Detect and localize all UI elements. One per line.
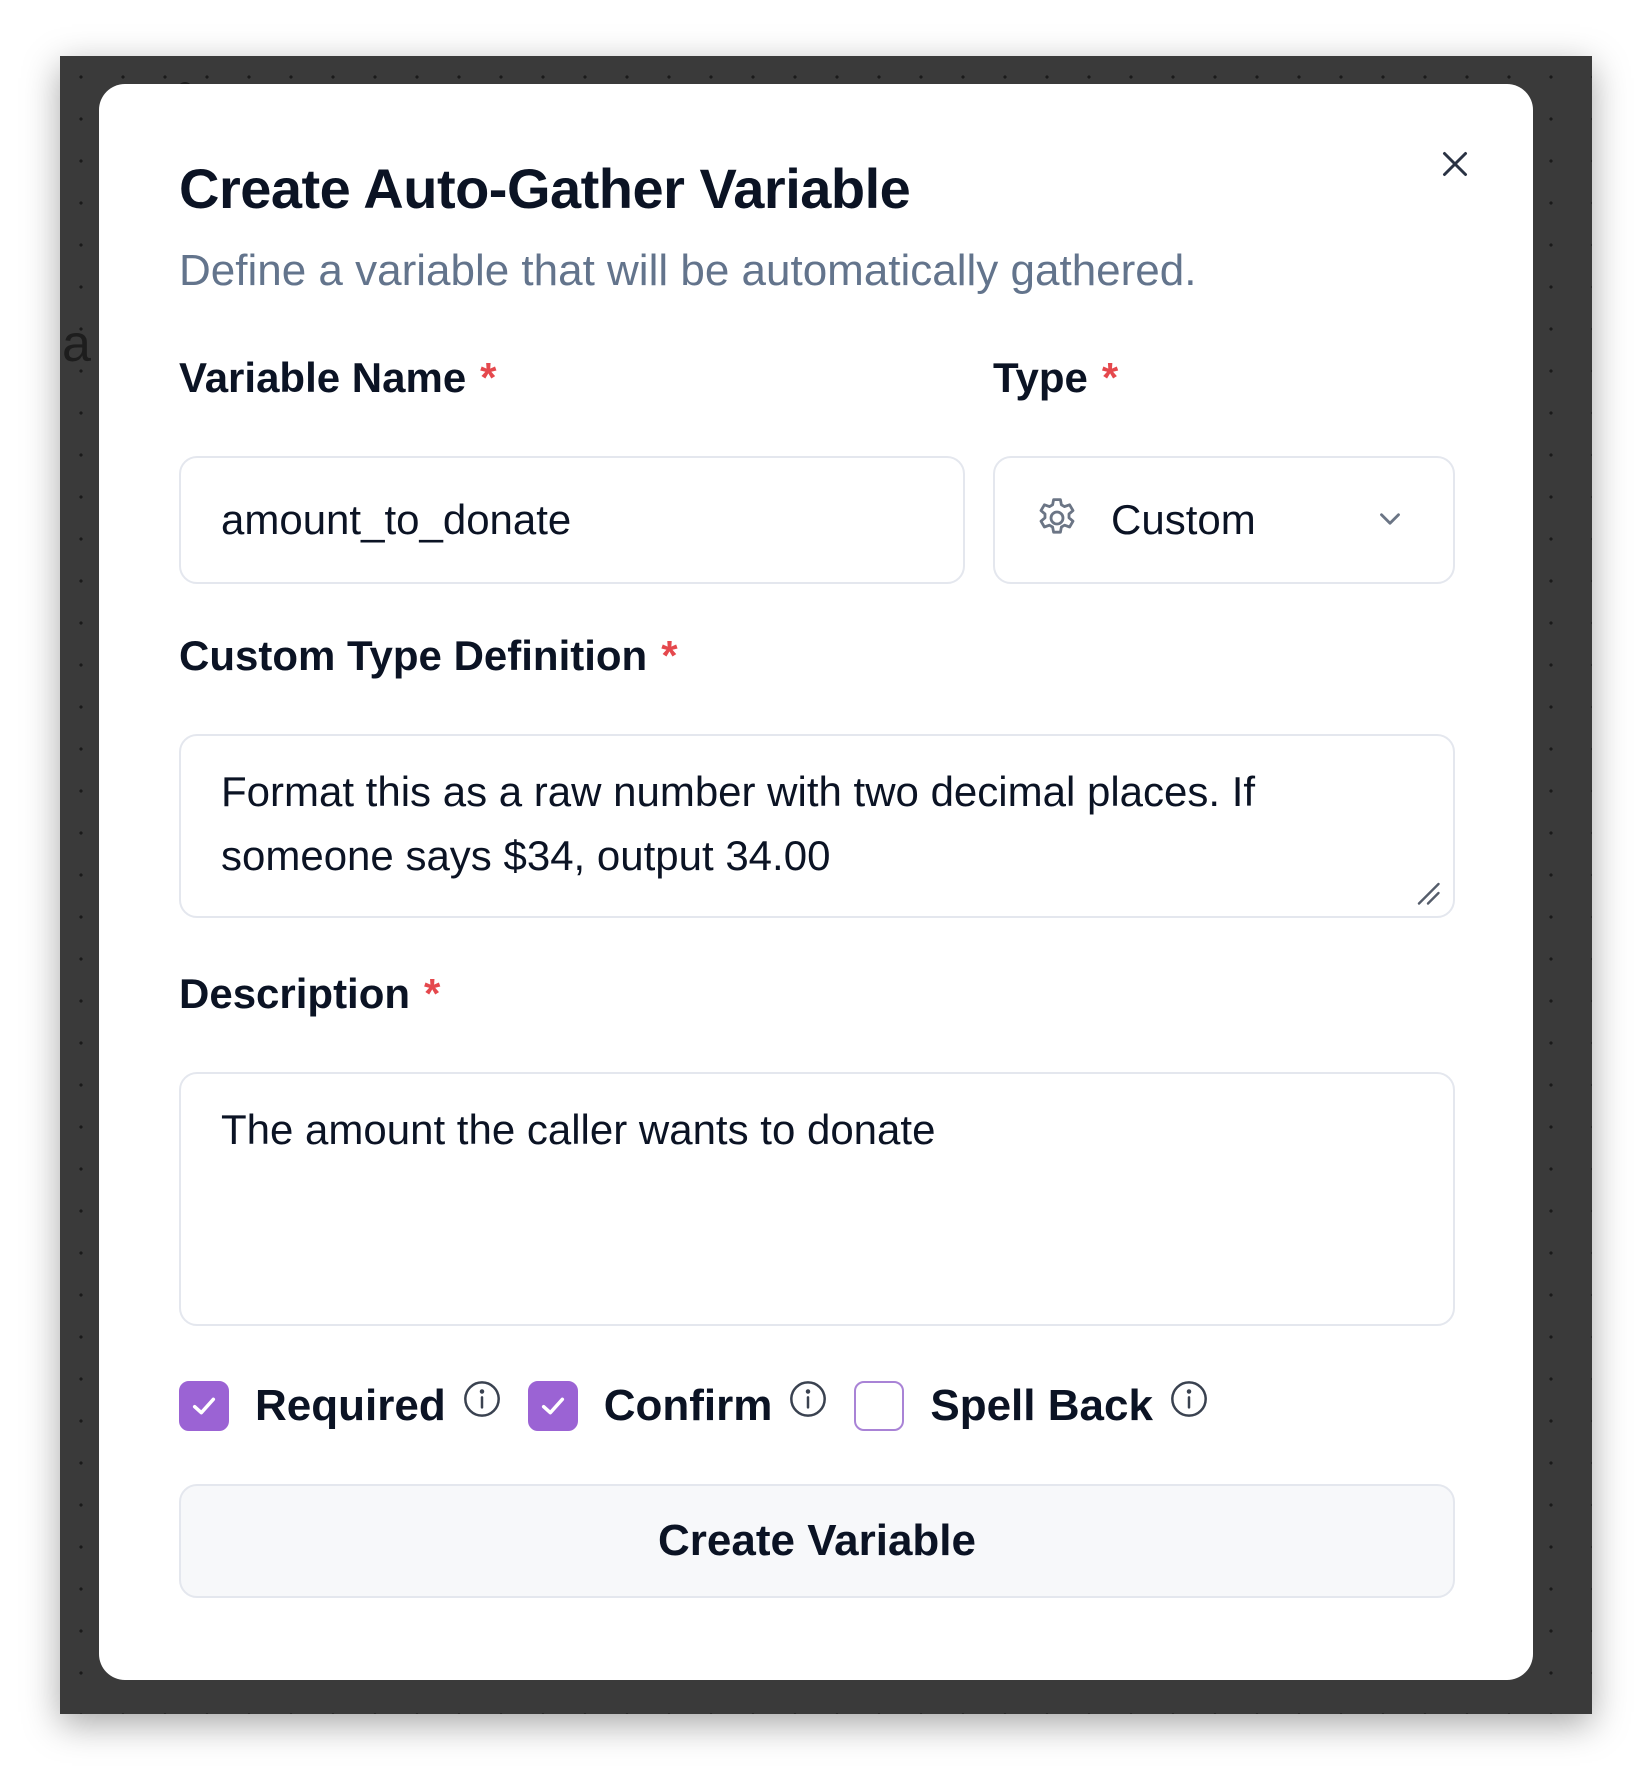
required-checkbox[interactable]	[179, 1381, 229, 1431]
confirm-checkbox[interactable]	[527, 1381, 578, 1431]
description-label: Description *	[179, 970, 440, 1018]
type-label-text: Type	[993, 354, 1088, 401]
info-icon[interactable]	[1169, 1379, 1209, 1419]
options-row: Required Confirm Spell Back	[179, 1376, 1235, 1436]
custom-type-definition-textarea[interactable]: Format this as a raw number with two dec…	[179, 734, 1455, 918]
spell-back-option[interactable]: Spell Back	[854, 1381, 1209, 1431]
description-label-text: Description	[179, 970, 411, 1017]
type-value: Custom	[1111, 496, 1256, 543]
gear-icon	[1039, 498, 1075, 534]
checkmark-icon	[541, 1397, 564, 1415]
spell-back-label: Spell Back	[930, 1381, 1153, 1430]
confirm-label: Confirm	[603, 1381, 773, 1430]
close-icon	[1443, 152, 1467, 176]
info-icon[interactable]	[462, 1379, 502, 1419]
background-text: a	[62, 315, 91, 373]
chevron-down-icon	[1380, 513, 1400, 525]
variable-name-label-text: Variable Name	[179, 354, 467, 401]
description-textarea[interactable]: The amount the caller wants to donate	[179, 1072, 1455, 1326]
required-asterisk: *	[480, 354, 497, 401]
variable-name-value: amount_to_donate	[221, 496, 572, 543]
variable-name-label: Variable Name *	[179, 354, 497, 402]
info-icon[interactable]	[788, 1379, 828, 1419]
dialog-subtitle: Define a variable that will be automatic…	[179, 246, 1197, 295]
required-label: Required	[255, 1381, 446, 1430]
dialog-title: Create Auto-Gather Variable	[179, 157, 911, 220]
custom-type-definition-label: Custom Type Definition *	[179, 632, 678, 680]
required-asterisk: *	[424, 970, 441, 1017]
close-button[interactable]	[1427, 136, 1483, 192]
description-value: The amount the caller wants to donate	[221, 1106, 936, 1153]
required-asterisk: *	[661, 632, 678, 679]
custom-type-definition-value: Format this as a raw number with two dec…	[221, 768, 1256, 879]
checkmark-icon	[192, 1397, 216, 1415]
type-label: Type *	[993, 354, 1118, 402]
resize-handle-icon[interactable]	[1413, 878, 1443, 908]
required-asterisk: *	[1101, 354, 1119, 401]
create-variable-button[interactable]: Create Variable	[179, 1484, 1455, 1598]
type-select[interactable]: Custom	[993, 456, 1455, 584]
spell-back-checkbox[interactable]	[854, 1381, 905, 1431]
variable-name-input[interactable]: amount_to_donate	[179, 456, 965, 584]
create-variable-dialog: Create Auto-Gather Variable Define a var…	[99, 84, 1533, 1680]
confirm-option[interactable]: Confirm	[527, 1379, 829, 1431]
required-option[interactable]: Required	[179, 1381, 502, 1431]
custom-type-definition-label-text: Custom Type Definition	[179, 632, 648, 679]
